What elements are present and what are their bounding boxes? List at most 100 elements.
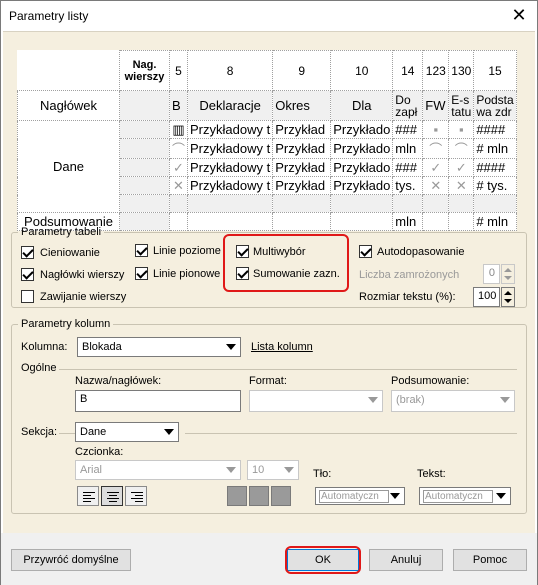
- grid-header-col[interactable]: 8: [187, 50, 274, 91]
- grid-header-col[interactable]: 10: [330, 50, 394, 91]
- column-params-legend: Parametry kolumn: [21, 318, 111, 330]
- grid-header-col[interactable]: 14: [392, 50, 424, 91]
- linie-pionowe-label: Linie pionowe: [153, 268, 221, 280]
- x-icon: ✕: [448, 176, 475, 195]
- chevron-down-icon: [226, 467, 236, 473]
- col-title[interactable]: Podsta wa zdr: [473, 90, 517, 121]
- grid-header-col[interactable]: 9: [272, 50, 332, 91]
- cell[interactable]: ###: [392, 158, 424, 177]
- linie-poziome-checkbox[interactable]: [135, 244, 148, 257]
- cieniowanie-checkbox[interactable]: [21, 246, 34, 259]
- tekst-value: Automatyczn: [423, 490, 493, 503]
- chevron-down-icon: [164, 429, 174, 435]
- color-swatch[interactable]: [249, 486, 269, 506]
- title-bar: Parametry listy ✕: [1, 1, 537, 31]
- sekcja-select[interactable]: Dane: [75, 422, 179, 442]
- cell[interactable]: Przykład: [272, 120, 332, 139]
- nazwa-input[interactable]: B: [75, 390, 241, 412]
- align-center-icon[interactable]: [101, 486, 123, 506]
- align-left-icon[interactable]: [77, 486, 99, 506]
- cell[interactable]: tys.: [392, 176, 424, 195]
- linie-pionowe-checkbox[interactable]: [135, 267, 148, 280]
- format-select[interactable]: [249, 390, 383, 412]
- cell[interactable]: Przykłado: [330, 120, 394, 139]
- tlo-value: Automatyczn: [319, 490, 389, 503]
- dialog-body: Nag. wierszy 5 8 9 10 14 123 130 15 Nagł…: [3, 31, 535, 533]
- chevron-down-icon: [390, 493, 400, 499]
- grid-header-col[interactable]: 123: [422, 50, 450, 91]
- font-size-select[interactable]: 10: [247, 460, 299, 480]
- chevron-down-icon: [496, 493, 506, 499]
- cell[interactable]: Przykładowy t: [187, 120, 274, 139]
- cell[interactable]: Przykładowy t: [187, 176, 274, 195]
- czcionka-label: Czcionka:: [75, 446, 124, 458]
- chevron-down-icon: [226, 344, 236, 350]
- restore-defaults-button[interactable]: Przywróć domyślne: [11, 549, 131, 571]
- cell[interactable]: Przykład: [272, 158, 332, 177]
- window-title: Parametry listy: [9, 9, 89, 23]
- cell[interactable]: Przykładowy t: [187, 158, 274, 177]
- liczba-zamrozonych-input[interactable]: 0: [483, 264, 500, 284]
- liczba-zamrozonych-label: Liczba zamrożonych: [359, 269, 460, 281]
- cell[interactable]: Przykłado: [330, 176, 394, 195]
- col-title[interactable]: E-s tatu: [448, 90, 475, 121]
- podsumowanie-select[interactable]: (brak): [391, 390, 515, 412]
- align-right-icon[interactable]: [125, 486, 147, 506]
- autodopasowanie-label: Autodopasowanie: [377, 246, 465, 258]
- autodopasowanie-checkbox[interactable]: [359, 245, 372, 258]
- sekcja-value: Dane: [80, 426, 107, 438]
- cell[interactable]: Przykład: [272, 176, 332, 195]
- color-swatch[interactable]: [271, 486, 291, 506]
- cell[interactable]: # mln: [473, 138, 517, 159]
- cell-icon: ⌒: [422, 138, 450, 159]
- cell[interactable]: mln: [392, 138, 424, 159]
- cell[interactable]: Przykłado: [330, 138, 394, 159]
- table-params-legend: Parametry tabeli: [21, 226, 102, 238]
- cell-icon: ⌒: [448, 138, 475, 159]
- liczba-spinner[interactable]: [501, 264, 515, 284]
- col-title[interactable]: FW: [422, 90, 450, 121]
- grid-header-col[interactable]: 5: [168, 50, 189, 91]
- table-preview: Nag. wierszy 5 8 9 10 14 123 130 15 Nagł…: [17, 50, 517, 231]
- lista-kolumn-link[interactable]: Lista kolumn: [251, 341, 313, 353]
- cell[interactable]: Przykład: [272, 138, 332, 159]
- cell[interactable]: Przykłado: [330, 158, 394, 177]
- dialog-window: Parametry listy ✕ Nag. wierszy 5 8 9 10 …: [0, 0, 538, 585]
- rozmiar-tekstu-input[interactable]: 100: [473, 287, 500, 307]
- col-title[interactable]: Dla: [330, 90, 394, 121]
- grid-header-nag[interactable]: Nag. wierszy: [119, 50, 170, 91]
- help-button[interactable]: Pomoc: [453, 549, 527, 571]
- cell[interactable]: Przykładowy t: [187, 138, 274, 159]
- col-title[interactable]: B: [168, 90, 189, 121]
- grid-header-col[interactable]: 15: [473, 50, 517, 91]
- col-title[interactable]: Deklaracje: [187, 90, 274, 121]
- rozmiar-tekstu-label: Rozmiar tekstu (%):: [359, 291, 456, 303]
- font-size-value: 10: [252, 464, 265, 476]
- chevron-down-icon: [284, 467, 294, 473]
- tlo-label: Tło:: [313, 468, 332, 480]
- cancel-button[interactable]: Anuluj: [369, 549, 443, 571]
- tekst-select[interactable]: Automatyczn: [419, 487, 511, 505]
- grid-header-col[interactable]: 130: [448, 50, 475, 91]
- tlo-select[interactable]: Automatyczn: [315, 487, 405, 505]
- row-icon: ▥: [168, 120, 189, 139]
- kolumna-select[interactable]: Blokada: [77, 337, 241, 357]
- chevron-down-icon: [500, 397, 510, 403]
- naglowki-wierszy-checkbox[interactable]: [21, 268, 34, 281]
- cell[interactable]: ###: [392, 120, 424, 139]
- col-title[interactable]: Do zapł: [392, 90, 424, 121]
- sekcja-label: Sekcja:: [21, 426, 58, 438]
- zawijanie-checkbox[interactable]: [21, 290, 34, 303]
- color-swatch[interactable]: [227, 486, 247, 506]
- podsumowanie-value: (brak): [396, 394, 425, 406]
- highlight-box: [285, 546, 361, 574]
- col-title[interactable]: Okres: [272, 90, 332, 121]
- close-icon[interactable]: ✕: [509, 6, 529, 26]
- cell[interactable]: ####: [473, 120, 517, 139]
- chevron-down-icon: [368, 397, 378, 403]
- cell[interactable]: # tys.: [473, 176, 517, 195]
- font-select[interactable]: Arial: [75, 460, 241, 480]
- cell[interactable]: ####: [473, 158, 517, 177]
- tekst-label: Tekst:: [417, 468, 446, 480]
- rozmiar-spinner[interactable]: [501, 287, 515, 307]
